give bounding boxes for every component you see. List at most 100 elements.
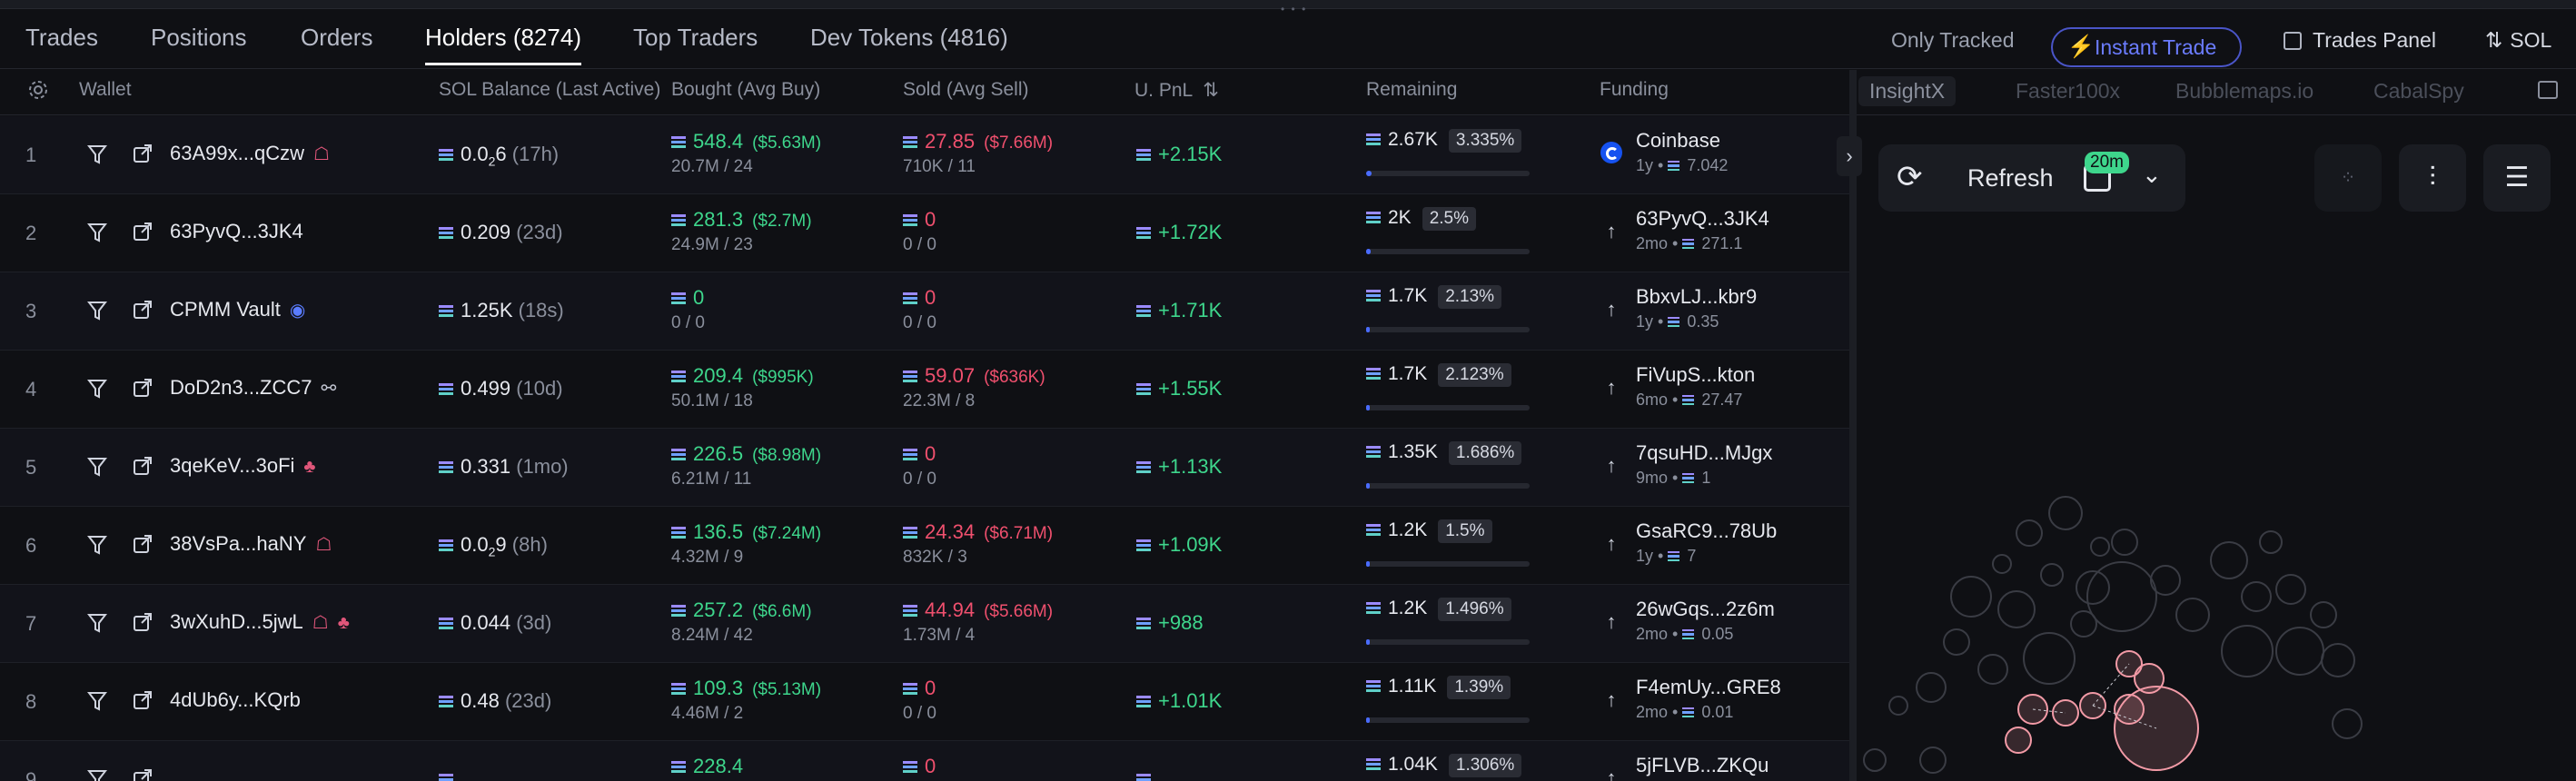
- table-row[interactable]: 7 3wXuhD...5jwL ☖ ♣ 0.044 (3d) 257.2 ($6.6M…: [0, 585, 1849, 663]
- funding-age: 2mo: [1636, 625, 1669, 643]
- arrow-up-icon: ↑: [1606, 376, 1617, 399]
- wallet-address[interactable]: CPMM Vault ◉: [170, 298, 305, 321]
- sold-sol: 27.85: [925, 130, 976, 153]
- tab-holders[interactable]: Holders (8274): [425, 22, 581, 65]
- external-link-icon[interactable]: [133, 456, 153, 476]
- column-remaining[interactable]: Remaining: [1366, 79, 1457, 101]
- tab-top-traders[interactable]: Top Traders: [633, 22, 758, 65]
- panel-icon: [2284, 32, 2302, 50]
- funding-icon-wrap: ↑: [1600, 285, 1630, 340]
- settings-gear-icon[interactable]: [27, 79, 49, 106]
- tab-bubblemaps[interactable]: Bubblemaps.io: [2165, 76, 2324, 106]
- tab-positions[interactable]: Positions: [151, 22, 247, 65]
- sold-tokens: 832K / 3: [903, 548, 967, 567]
- user-list-icon[interactable]: ☰: [2483, 144, 2551, 212]
- funding-source[interactable]: Coinbase: [1636, 129, 1720, 153]
- funding-source[interactable]: 63PyvQ...3JK4: [1636, 207, 1769, 231]
- wallet-address[interactable]: 63A99x...qCzw ☖: [170, 142, 330, 165]
- table-row[interactable]: 8 4dUb6y...KQrb 0.48 (23d) 109.3 ($5.13M)…: [0, 663, 1849, 741]
- filter-funnel-icon[interactable]: [87, 456, 107, 478]
- chevron-down-icon[interactable]: ⌄: [2142, 161, 2162, 189]
- sol-icon: [671, 136, 686, 148]
- external-link-icon[interactable]: [133, 768, 153, 781]
- wallet-address[interactable]: 63PyvQ...3JK4: [170, 220, 303, 243]
- sol-icon: [671, 292, 686, 304]
- external-link-icon[interactable]: [133, 143, 153, 163]
- last-active: (8h): [511, 533, 548, 556]
- unrealized-pnl: +988: [1136, 611, 1204, 635]
- sol-icon: [1366, 602, 1381, 614]
- sold-cell: 59.07 ($636K) 22.3M / 8: [903, 363, 1045, 412]
- column-sold[interactable]: Sold (Avg Sell): [903, 79, 1029, 101]
- sol-icon: [1136, 696, 1151, 707]
- instant-trade-button[interactable]: ⚡ Instant Trade: [2051, 27, 2242, 67]
- bubble-map[interactable]: [1857, 215, 2576, 781]
- wallet-address[interactable]: 3qeKeV...3oFi ♣: [170, 454, 316, 478]
- external-link-icon[interactable]: [133, 222, 153, 242]
- external-link-icon[interactable]: [133, 534, 153, 554]
- table-row[interactable]: 4 DoD2n3...ZCC7 ⚯ 0.499 (10d) 209.4 ($995K…: [0, 351, 1849, 429]
- sort-arrows-icon: ⇅: [2485, 28, 2503, 52]
- funding-source[interactable]: 5jFLVB...ZKQu: [1636, 754, 1769, 777]
- bought-tokens: 24.9M / 23: [671, 235, 753, 254]
- wallet-address[interactable]: 3wXuhD...5jwL ☖ ♣: [170, 610, 350, 634]
- popout-panel-icon[interactable]: [2538, 81, 2558, 99]
- refresh-icon: ⟳: [1897, 160, 1923, 194]
- balance-value-tail: 9: [495, 533, 507, 556]
- tab-dev-tokens[interactable]: Dev Tokens (4816): [810, 22, 1008, 65]
- table-row[interactable]: 3 CPMM Vault ◉ 1.25K (18s) 0 0 / 0 0 0 / …: [0, 272, 1849, 351]
- currency-toggle[interactable]: ⇅ SOL: [2485, 22, 2551, 58]
- table-row[interactable]: 9 228.4 0 1.04K1.306% ↑ 5jFLVB...ZKQu •: [0, 741, 1849, 781]
- tab-faster100x[interactable]: Faster100x: [2005, 76, 2131, 106]
- table-row[interactable]: 6 38VsPa...haNY ☖ 0.029 (8h) 136.5 ($7.24M…: [0, 507, 1849, 585]
- funding-icon-wrap: ↑: [1600, 598, 1630, 652]
- only-tracked-toggle[interactable]: Only Tracked: [1891, 22, 2015, 58]
- sol-icon: [671, 761, 686, 773]
- filter-funnel-icon[interactable]: [87, 378, 107, 400]
- tab-insightx[interactable]: InsightX: [1858, 76, 1957, 106]
- table-row[interactable]: 1 63A99x...qCzw ☖ 0.026 (17h) 548.4 ($5.63…: [0, 116, 1849, 194]
- arrow-up-icon: ↑: [1606, 220, 1617, 242]
- funding-source[interactable]: F4emUy...GRE8: [1636, 676, 1781, 699]
- pnl-value: +1.72K: [1158, 221, 1223, 243]
- filter-funnel-icon[interactable]: [87, 143, 107, 165]
- table-row[interactable]: 5 3qeKeV...3oFi ♣ 0.331 (1mo) 226.5 ($8.98…: [0, 429, 1849, 507]
- tab-trades[interactable]: Trades: [25, 22, 98, 65]
- funding-details: 6mo • 27.47: [1636, 390, 1743, 409]
- filter-funnel-icon[interactable]: [87, 222, 107, 243]
- funding-source[interactable]: 7qsuHD...MJgx: [1636, 441, 1772, 465]
- refresh-control[interactable]: ⟳ Refresh 20m ⌄: [1878, 144, 2185, 212]
- funding-source[interactable]: BbxvLJ...kbr9: [1636, 285, 1757, 309]
- table-row[interactable]: 2 63PyvQ...3JK4 0.209 (23d) 281.3 ($2.7M)…: [0, 194, 1849, 272]
- trades-panel-button[interactable]: Trades Panel: [2284, 22, 2436, 58]
- funding-source[interactable]: GsaRC9...78Ub: [1636, 519, 1777, 543]
- wallet-address[interactable]: 4dUb6y...KQrb: [170, 688, 301, 712]
- filter-funnel-icon[interactable]: [87, 612, 107, 634]
- external-link-icon[interactable]: [133, 378, 153, 398]
- funding-source[interactable]: 26wGqs...2z6m: [1636, 598, 1775, 621]
- column-pnl[interactable]: U. PnL ⇅: [1134, 79, 1219, 102]
- tab-cabalspy[interactable]: CabalSpy: [2363, 76, 2475, 106]
- filter-funnel-icon[interactable]: [87, 534, 107, 556]
- external-link-icon[interactable]: [133, 690, 153, 710]
- external-link-icon[interactable]: [133, 300, 153, 320]
- tab-orders[interactable]: Orders: [301, 22, 372, 65]
- bought-sol: 257.2: [693, 598, 744, 621]
- wallet-address[interactable]: 38VsPa...haNY ☖: [170, 532, 332, 556]
- remaining-percent: 1.39%: [1447, 676, 1511, 699]
- funding-source[interactable]: FiVupS...kton: [1636, 363, 1755, 387]
- filter-funnel-icon[interactable]: [87, 300, 107, 321]
- column-bought[interactable]: Bought (Avg Buy): [671, 79, 820, 101]
- row-index: 7: [25, 612, 37, 635]
- wallet-tag-icon: ♣: [303, 457, 316, 477]
- panel-divider[interactable]: [1849, 70, 1857, 781]
- remaining-cell: 1.11K 1.39%: [1366, 676, 1511, 699]
- filter-funnel-icon[interactable]: [87, 690, 107, 712]
- filter-funnel-icon[interactable]: [87, 768, 107, 781]
- sol-icon: [1682, 629, 1695, 639]
- remaining-bar-fill: [1366, 327, 1370, 332]
- external-link-icon[interactable]: [133, 612, 153, 632]
- column-sol-balance[interactable]: SOL Balance (Last Active): [439, 79, 660, 101]
- wallet-address[interactable]: DoD2n3...ZCC7 ⚯: [170, 376, 336, 400]
- filter-sliders-icon[interactable]: ⫶: [2399, 144, 2466, 212]
